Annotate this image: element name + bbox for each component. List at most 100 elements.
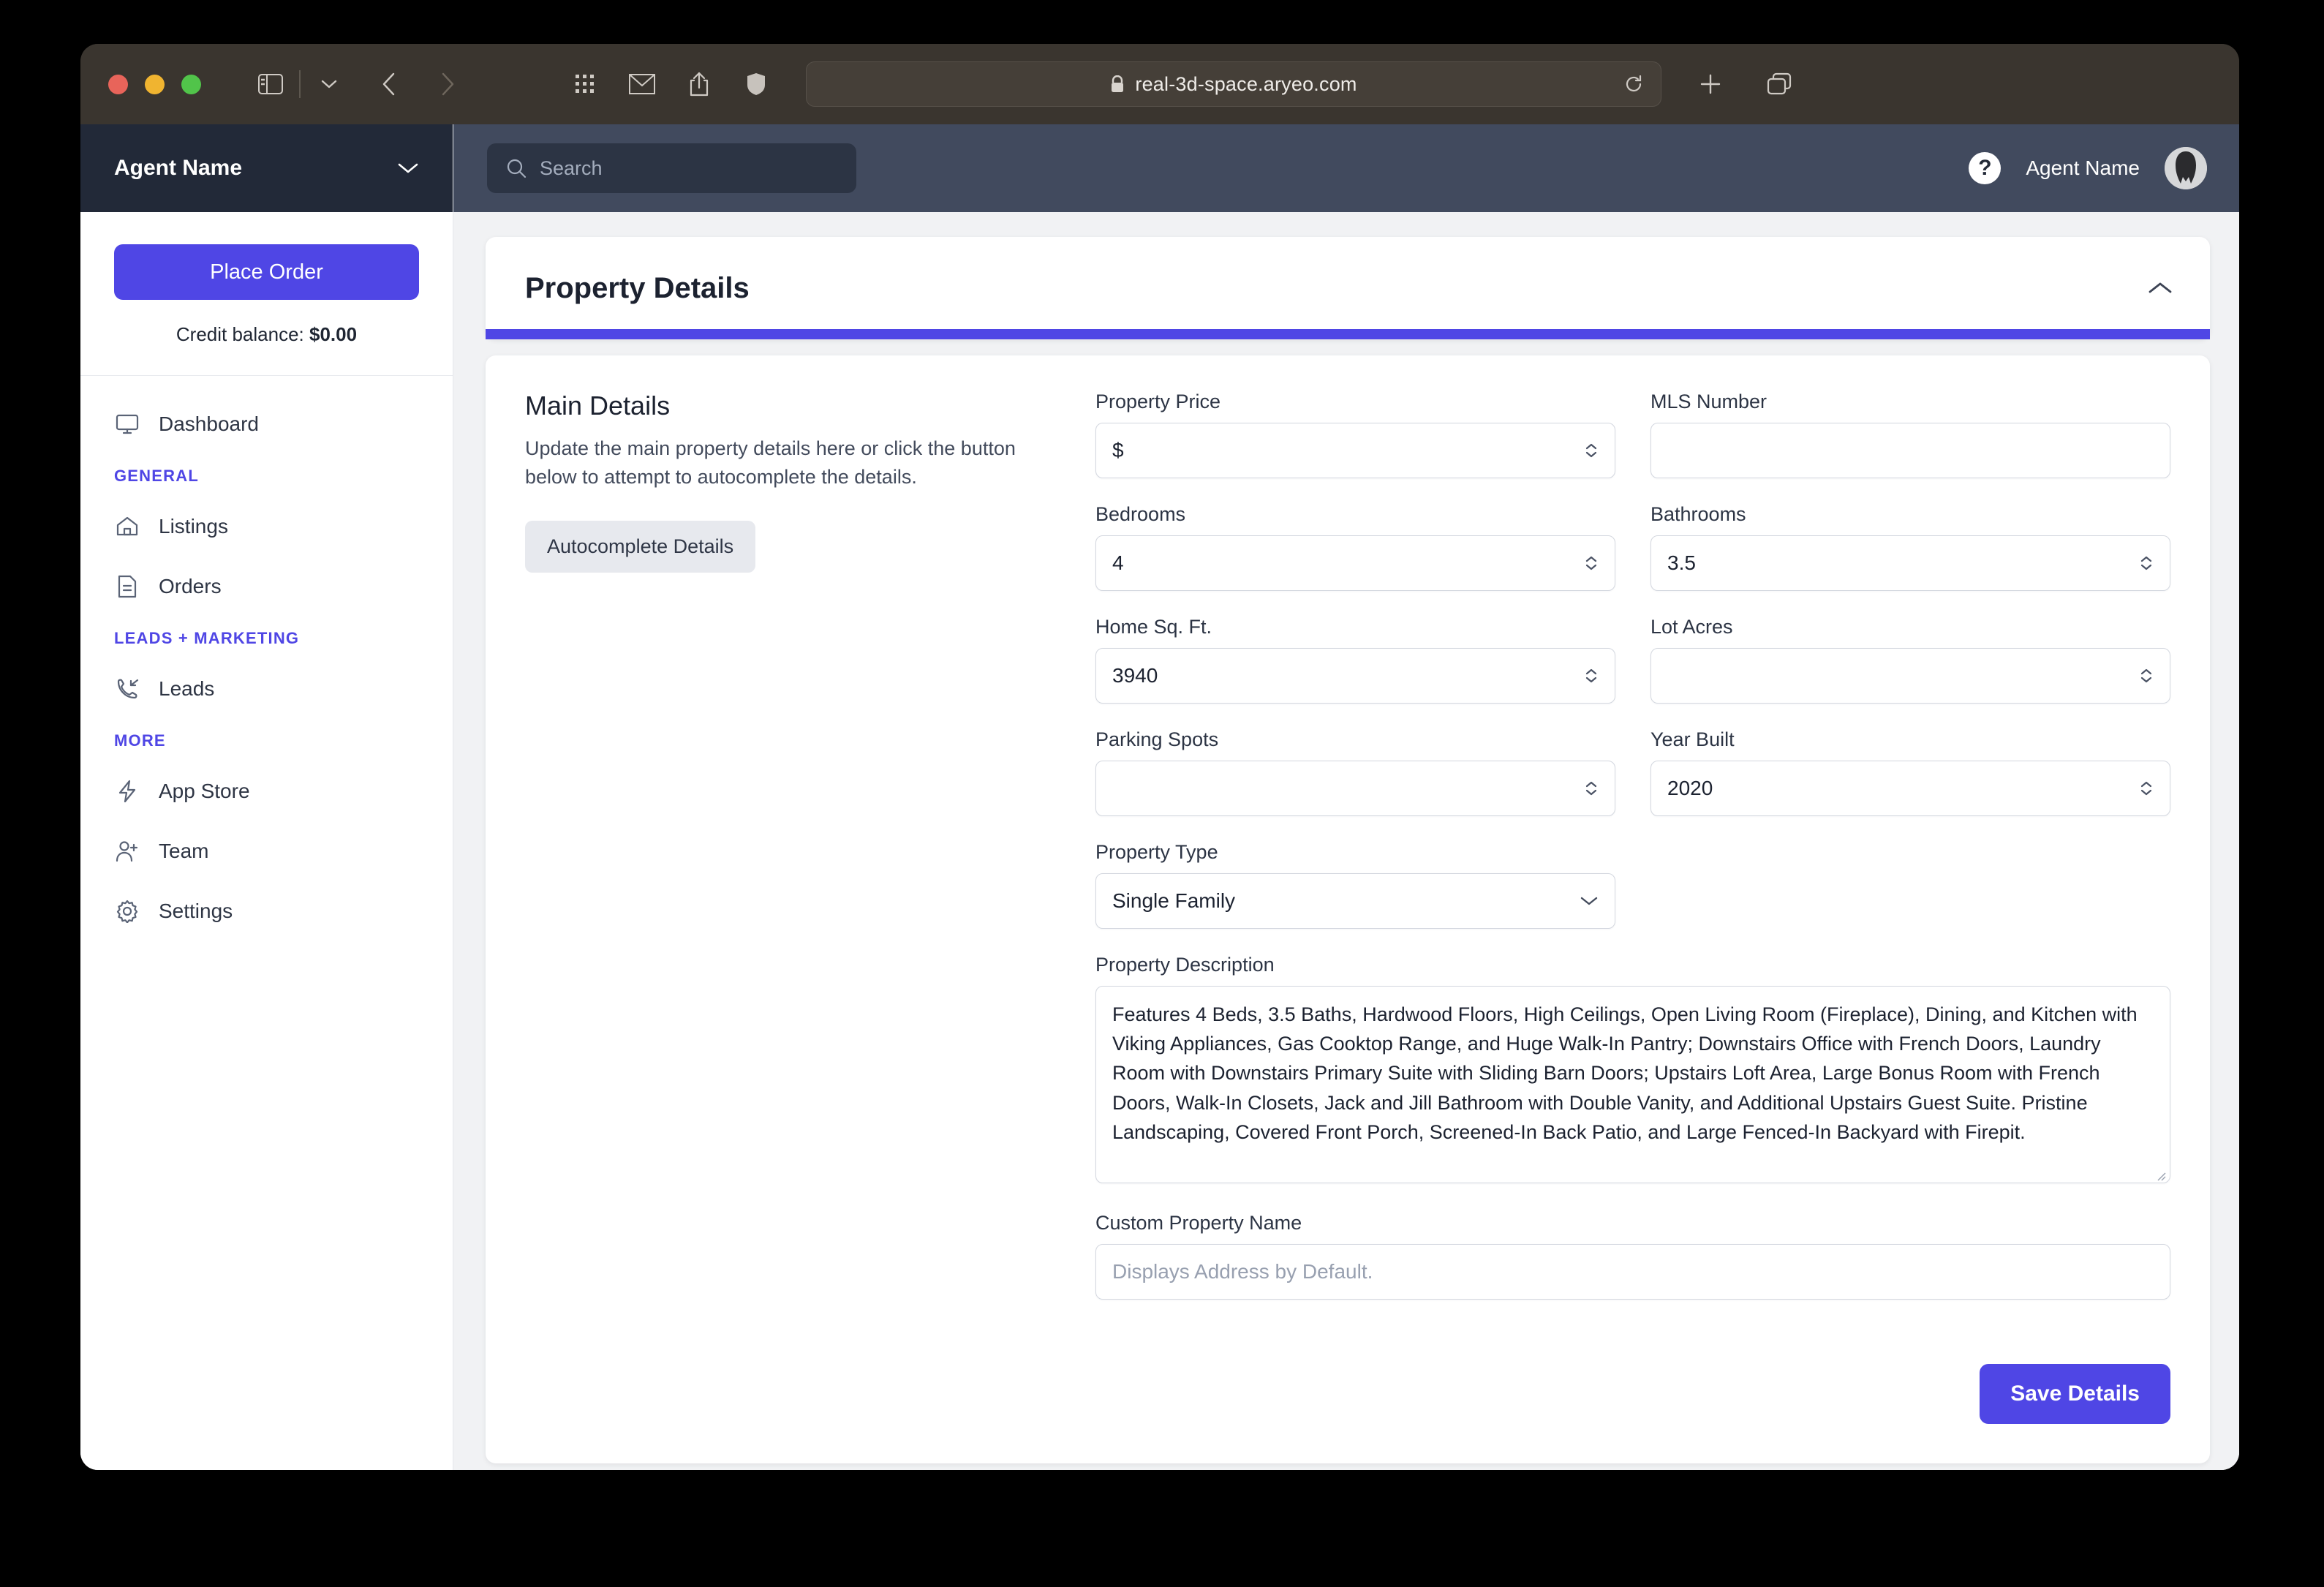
lightning-icon — [114, 780, 140, 803]
sidebar-item-label: Orders — [159, 575, 222, 598]
field-lot-acres: Lot Acres — [1650, 616, 2170, 704]
lock-icon — [1110, 75, 1125, 94]
home-sq-ft-stepper[interactable] — [1582, 661, 1601, 690]
chevron-down-icon[interactable] — [1585, 676, 1597, 683]
field-bedrooms: Bedrooms — [1095, 503, 1615, 591]
plus-icon[interactable] — [1689, 63, 1732, 105]
card-accent-bar — [486, 329, 2210, 339]
chevron-up-icon[interactable] — [1585, 556, 1597, 562]
content-scroll: Property Details Main Details Update the… — [453, 212, 2239, 1470]
field-property-price: Property Price — [1095, 391, 1615, 478]
home-sq-ft-label: Home Sq. Ft. — [1095, 616, 1212, 638]
chevron-up-icon[interactable] — [1585, 781, 1597, 788]
shield-icon[interactable] — [735, 63, 777, 105]
org-switcher[interactable]: Agent Name — [80, 124, 453, 212]
property-details-form-card: Main Details Update the main property de… — [486, 355, 2210, 1463]
forward-arrow-icon[interactable] — [426, 63, 469, 105]
custom-property-name-label: Custom Property Name — [1095, 1212, 1302, 1234]
year-built-input[interactable] — [1650, 761, 2170, 816]
avatar[interactable] — [2165, 147, 2207, 189]
year-built-stepper[interactable] — [2137, 774, 2156, 803]
card-header-toggle[interactable]: Property Details — [486, 237, 2210, 339]
reload-icon[interactable] — [1624, 75, 1643, 94]
bathrooms-input[interactable] — [1650, 535, 2170, 591]
tab-overview-icon[interactable] — [1758, 63, 1800, 105]
bedrooms-stepper[interactable] — [1582, 549, 1601, 578]
main-details-intro: Main Details Update the main property de… — [525, 391, 1088, 1424]
search-input[interactable]: Search — [487, 143, 856, 193]
field-mls-number: MLS Number — [1650, 391, 2170, 478]
sidebar-item-team[interactable]: Team — [80, 829, 453, 873]
sidebar-section-more: MORE — [114, 731, 166, 750]
gear-icon — [114, 900, 140, 923]
field-property-type: Property Type — [1095, 841, 1615, 929]
field-home-sq-ft: Home Sq. Ft. — [1095, 616, 1615, 704]
bedrooms-input[interactable] — [1095, 535, 1615, 591]
mail-icon[interactable] — [621, 63, 663, 105]
chevron-down-icon[interactable] — [1585, 451, 1597, 458]
main-area: Search ? Agent Name Property Details Mai… — [453, 124, 2239, 1470]
sidebar-section-general: GENERAL — [114, 467, 199, 485]
property-description-textarea[interactable] — [1095, 986, 2170, 1183]
apps-grid-icon[interactable] — [564, 63, 606, 105]
property-price-stepper[interactable] — [1582, 436, 1601, 465]
field-bathrooms: Bathrooms — [1650, 503, 2170, 591]
lot-acres-stepper[interactable] — [2137, 661, 2156, 690]
close-window-button[interactable] — [108, 74, 128, 94]
custom-property-name-input[interactable] — [1095, 1244, 2170, 1300]
property-price-input[interactable] — [1095, 423, 1615, 478]
credit-balance-value: $0.00 — [309, 323, 358, 345]
browser-window: real-3d-space.aryeo.com Agent Name Place… — [80, 44, 2239, 1470]
chevron-up-icon[interactable] — [2140, 781, 2152, 788]
place-order-button[interactable]: Place Order — [114, 244, 419, 300]
chevron-down-icon[interactable] — [308, 63, 350, 105]
field-parking-spots: Parking Spots — [1095, 728, 1615, 816]
browser-toolbar: real-3d-space.aryeo.com — [80, 44, 2239, 124]
org-name: Agent Name — [114, 156, 243, 180]
chevron-down-icon[interactable] — [2140, 676, 2152, 683]
parking-spots-input[interactable] — [1095, 761, 1615, 816]
chevron-down-icon[interactable] — [1585, 789, 1597, 796]
autocomplete-details-button[interactable]: Autocomplete Details — [525, 521, 756, 573]
sidebar-item-leads[interactable]: Leads — [80, 667, 453, 711]
mls-number-label: MLS Number — [1650, 391, 1767, 412]
chevron-up-icon[interactable] — [2140, 668, 2152, 675]
sidebar-item-settings[interactable]: Settings — [80, 889, 453, 933]
share-icon[interactable] — [678, 63, 720, 105]
app-topbar: Search ? Agent Name — [453, 124, 2239, 212]
sidebar-item-orders[interactable]: Orders — [80, 565, 453, 608]
chevron-down-icon[interactable] — [2140, 564, 2152, 570]
chevron-up-icon[interactable] — [2140, 556, 2152, 562]
help-icon[interactable]: ? — [1969, 152, 2002, 184]
mls-number-input[interactable] — [1650, 423, 2170, 478]
sidebar-nav: Dashboard GENERAL Listings Orders LEADS … — [80, 376, 453, 949]
sidebar-item-app-store[interactable]: App Store — [80, 769, 453, 813]
bathrooms-stepper[interactable] — [2137, 549, 2156, 578]
lot-acres-label: Lot Acres — [1650, 616, 1733, 638]
chevron-up-icon[interactable] — [1585, 443, 1597, 450]
sidebar: Agent Name Place Order Credit balance: $… — [80, 124, 453, 1470]
field-custom-property-name: Custom Property Name — [1095, 1212, 2170, 1300]
parking-spots-stepper[interactable] — [1582, 774, 1601, 803]
sidebar-item-listings[interactable]: Listings — [80, 505, 453, 549]
chevron-down-icon[interactable] — [1585, 564, 1597, 570]
address-bar[interactable]: real-3d-space.aryeo.com — [806, 61, 1661, 107]
back-arrow-icon[interactable] — [368, 63, 410, 105]
credit-balance: Credit balance: $0.00 — [114, 323, 419, 346]
app-viewport: Agent Name Place Order Credit balance: $… — [80, 124, 2239, 1470]
minimize-window-button[interactable] — [145, 74, 165, 94]
topbar-right: ? Agent Name — [1969, 147, 2207, 189]
maximize-window-button[interactable] — [181, 74, 201, 94]
lot-acres-input[interactable] — [1650, 648, 2170, 704]
chevron-up-icon[interactable] — [1585, 668, 1597, 675]
sidebar-item-label: Settings — [159, 900, 233, 922]
home-sq-ft-input[interactable] — [1095, 648, 1615, 704]
chevron-up-icon[interactable] — [2147, 280, 2173, 296]
chevron-down-icon[interactable] — [397, 162, 419, 175]
chevron-down-icon[interactable] — [2140, 789, 2152, 796]
sidebar-toggle-icon[interactable] — [249, 63, 292, 105]
save-details-button[interactable]: Save Details — [1980, 1364, 2170, 1424]
sidebar-item-dashboard[interactable]: Dashboard — [80, 402, 453, 446]
property-type-select[interactable] — [1095, 873, 1615, 929]
field-property-description: Property Description — [1095, 954, 2170, 1187]
